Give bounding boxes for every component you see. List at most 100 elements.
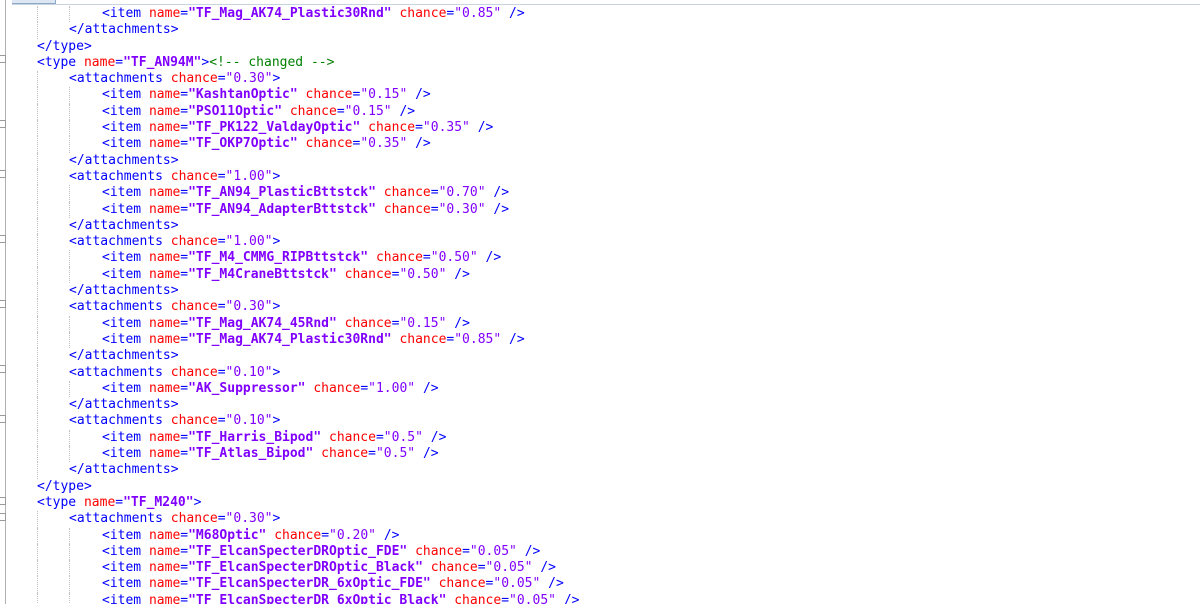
code-line[interactable]: </attachments> xyxy=(0,152,1200,169)
indent-guide xyxy=(69,201,70,218)
indent-guide xyxy=(69,429,70,447)
indent-guide xyxy=(37,592,38,604)
code-line[interactable]: <attachments chance="0.30"> xyxy=(0,511,1200,528)
code-line[interactable]: <item name="M68Optic" chance="0.20" /> xyxy=(0,527,1200,544)
indent-guide xyxy=(69,266,70,284)
code-text: <type name="TF_AN94M"><!-- changed --> xyxy=(37,54,335,70)
indent-guide xyxy=(69,250,70,267)
indent-guide xyxy=(37,6,38,23)
code-text: <item name="TF_ElcanSpecterDROptic_FDE" … xyxy=(102,543,541,559)
code-text: <type name="TF_M240"> xyxy=(37,494,202,510)
code-text: </attachments> xyxy=(69,22,179,38)
code-text: <attachments chance="0.30"> xyxy=(69,71,281,87)
code-line[interactable]: <item name="TF_Mag_AK74_45Rnd" chance="0… xyxy=(0,315,1200,332)
indent-guide xyxy=(37,168,38,186)
code-line[interactable]: <attachments chance="0.30"> xyxy=(0,71,1200,88)
code-text: <item name="TF_M4_CMMG_RIPBttstck" chanc… xyxy=(102,250,502,266)
code-line[interactable]: <item name="TF_AN94_PlasticBttstck" chan… xyxy=(0,185,1200,202)
code-line[interactable]: <item name="TF_OKP7Optic" chance="0.35" … xyxy=(0,136,1200,153)
code-line[interactable]: <type name="TF_M240"> xyxy=(0,495,1200,511)
indent-guide xyxy=(69,185,70,202)
indent-guide xyxy=(37,364,38,381)
code-text: <item name="TF_PK122_ValdayOptic" chance… xyxy=(102,120,494,136)
indent-guide xyxy=(69,560,70,577)
code-line[interactable]: </attachments> xyxy=(0,462,1200,479)
indent-guide xyxy=(69,543,70,561)
indent-guide xyxy=(69,87,70,104)
code-line[interactable]: </type> xyxy=(0,39,1200,55)
indent-guide xyxy=(37,87,38,104)
code-line[interactable]: <attachments chance="0.30"> xyxy=(0,299,1200,316)
code-text: </attachments> xyxy=(69,283,179,299)
indent-guide xyxy=(37,576,38,593)
indent-guide xyxy=(37,413,38,430)
code-line[interactable]: <item name="TF_ElcanSpecterDROptic_FDE" … xyxy=(0,543,1200,561)
indent-guide xyxy=(69,331,70,349)
indent-guide xyxy=(37,266,38,284)
indent-guide xyxy=(37,527,38,544)
indent-guide xyxy=(37,511,38,528)
code-text: <item name="TF_OKP7Optic" chance="0.35" … xyxy=(102,136,431,152)
code-line[interactable]: <item name="PSO11Optic" chance="0.15" /> xyxy=(0,103,1200,121)
code-line[interactable]: <item name="TF_Atlas_Bipod" chance="0.5"… xyxy=(0,446,1200,463)
code-line[interactable]: <attachments chance="1.00"> xyxy=(0,168,1200,186)
code-text: <item name="KashtanOptic" chance="0.15" … xyxy=(102,87,431,103)
code-line[interactable]: </attachments> xyxy=(0,22,1200,39)
code-text: <item name="AK_Suppressor" chance="1.00"… xyxy=(102,380,439,396)
code-line[interactable]: <item name="KashtanOptic" chance="0.15" … xyxy=(0,87,1200,104)
indent-guide xyxy=(37,152,38,169)
code-line[interactable]: </attachments> xyxy=(0,348,1200,365)
code-text: <item name="M68Optic" chance="0.20" /> xyxy=(102,527,400,543)
indent-guide xyxy=(69,527,70,544)
code-text: <item name="TF_Harris_Bipod" chance="0.5… xyxy=(102,429,447,445)
code-line[interactable]: <item name="TF_M4_CMMG_RIPBttstck" chanc… xyxy=(0,250,1200,267)
code-text: <item name="TF_AN94_AdapterBttstck" chan… xyxy=(102,201,510,217)
code-line[interactable]: <attachments chance="1.00"> xyxy=(0,234,1200,251)
code-text: <attachments chance="1.00"> xyxy=(69,234,281,250)
code-line[interactable]: <item name="TF_ElcanSpecterDR_6xOptic_FD… xyxy=(0,576,1200,593)
code-line[interactable]: </type> xyxy=(0,479,1200,495)
code-line[interactable]: <item name="TF_PK122_ValdayOptic" chance… xyxy=(0,120,1200,137)
indent-guide xyxy=(37,250,38,267)
indent-guide xyxy=(37,120,38,137)
code-line[interactable]: <item name="TF_Mag_AK74_Plastic30Rnd" ch… xyxy=(0,6,1200,23)
indent-guide xyxy=(37,201,38,218)
indent-guide xyxy=(37,71,38,88)
indent-guide xyxy=(69,576,70,593)
code-line[interactable]: </attachments> xyxy=(0,217,1200,235)
tab-bar-border xyxy=(0,4,1200,5)
indent-guide xyxy=(37,299,38,316)
code-text: <item name="TF_ElcanSpecterDROptic_Black… xyxy=(102,560,556,576)
code-line[interactable]: </attachments> xyxy=(0,397,1200,414)
code-line[interactable]: <type name="TF_AN94M"><!-- changed --> xyxy=(0,55,1200,71)
indent-guide xyxy=(69,120,70,137)
indent-guide xyxy=(69,592,70,604)
code-text: <attachments chance="0.30"> xyxy=(69,299,281,315)
indent-guide xyxy=(37,380,38,398)
indent-guide xyxy=(37,397,38,414)
code-line[interactable]: </attachments> xyxy=(0,283,1200,300)
indent-guide xyxy=(37,331,38,349)
indent-guide xyxy=(37,136,38,153)
code-text: <item name="TF_ElcanSpecterDR_6xOptic_Bl… xyxy=(102,592,580,604)
code-line[interactable]: <attachments chance="0.10"> xyxy=(0,413,1200,430)
code-line[interactable]: <item name="TF_Harris_Bipod" chance="0.5… xyxy=(0,429,1200,447)
indent-guide xyxy=(37,315,38,332)
code-text: <attachments chance="0.10"> xyxy=(69,413,281,429)
indent-guide xyxy=(37,446,38,463)
indent-guide xyxy=(37,462,38,479)
code-line[interactable]: <attachments chance="0.10"> xyxy=(0,364,1200,381)
code-editor[interactable]: <item name="TF_Mag_AK74_Plastic30Rnd" ch… xyxy=(0,6,1200,604)
code-line[interactable]: <item name="TF_Mag_AK74_Plastic30Rnd" ch… xyxy=(0,331,1200,349)
code-text: <attachments chance="0.30"> xyxy=(69,511,281,527)
indent-guide xyxy=(69,103,70,121)
code-line[interactable]: <item name="TF_ElcanSpecterDR_6xOptic_Bl… xyxy=(0,592,1200,604)
code-line[interactable]: <item name="TF_ElcanSpecterDROptic_Black… xyxy=(0,560,1200,577)
code-text: <item name="TF_M4CraneBttstck" chance="0… xyxy=(102,266,470,282)
code-text: </attachments> xyxy=(69,348,179,364)
code-line[interactable]: <item name="AK_Suppressor" chance="1.00"… xyxy=(0,380,1200,398)
indent-guide xyxy=(69,6,70,23)
code-line[interactable]: <item name="TF_M4CraneBttstck" chance="0… xyxy=(0,266,1200,284)
indent-guide xyxy=(37,543,38,561)
code-line[interactable]: <item name="TF_AN94_AdapterBttstck" chan… xyxy=(0,201,1200,218)
